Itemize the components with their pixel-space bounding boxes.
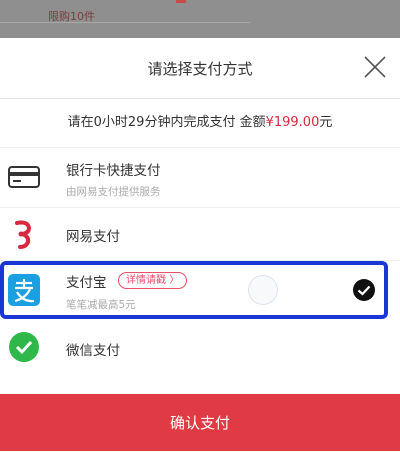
option-name: 银行卡快捷支付 — [66, 163, 161, 179]
confirm-payment-button[interactable]: 确认支付 — [0, 394, 400, 451]
tap-highlight-circle — [248, 275, 278, 305]
option-subtitle: 笔笔减最高5元 — [66, 299, 136, 311]
payment-option-netease-pay[interactable]: 网易支付 — [0, 208, 400, 261]
background-divider — [0, 22, 250, 23]
alipay-icon — [8, 274, 40, 306]
payment-option-wechat-pay[interactable]: 微信支付 — [0, 319, 400, 377]
background-page: 限购10件 — [0, 0, 400, 38]
promo-label: 详情请戳 — [126, 275, 166, 286]
selected-check-icon[interactable] — [352, 278, 376, 302]
payment-option-bank-card[interactable]: 银行卡快捷支付 由网易支付提供服务 — [0, 148, 400, 208]
background-accent — [176, 0, 186, 3]
payment-option-alipay[interactable]: 支付宝 详情请戳 〉 笔笔减最高5元 — [0, 261, 388, 319]
purchase-limit-label: 限购10件 — [48, 10, 95, 23]
promo-details-badge[interactable]: 详情请戳 〉 — [118, 272, 188, 289]
deadline-text: 请在0小时29分钟内完成支付 金额 — [67, 115, 266, 130]
option-subtitle: 由网易支付提供服务 — [66, 186, 161, 198]
option-name: 微信支付 — [66, 343, 120, 359]
wechat-pay-icon — [9, 332, 39, 362]
option-name: 支付宝 — [66, 275, 107, 291]
bank-card-icon — [8, 166, 40, 188]
payment-deadline-notice: 请在0小时29分钟内完成支付 金额¥199.00元 — [0, 99, 400, 148]
sheet-header: 请选择支付方式 — [0, 38, 400, 99]
payment-amount: ¥199.00 — [265, 115, 320, 130]
sheet-title: 请选择支付方式 — [147, 60, 253, 78]
option-name: 网易支付 — [66, 229, 120, 245]
amount-unit: 元 — [319, 115, 333, 130]
payment-sheet: 请选择支付方式 请在0小时29分钟内完成支付 金额¥199.00元 银行卡快捷支… — [0, 38, 400, 451]
chevron-right-icon: 〉 — [169, 275, 180, 286]
netease-pay-icon — [15, 220, 32, 249]
close-icon[interactable] — [362, 54, 388, 80]
